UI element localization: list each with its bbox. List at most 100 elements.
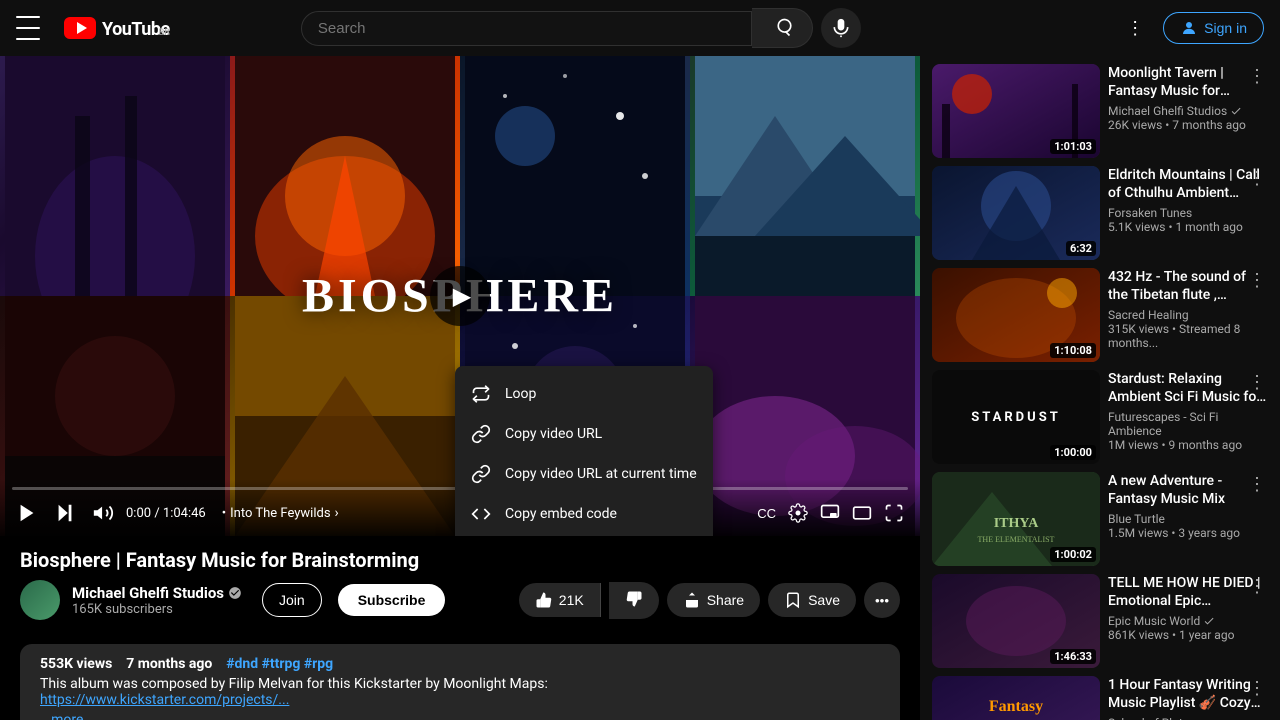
voice-search-button[interactable] xyxy=(821,8,861,48)
sidebar-video-2[interactable]: 6:32 Eldritch Mountains | Call of Cthulh… xyxy=(932,166,1268,260)
more-options-button[interactable]: ⋮ xyxy=(1115,8,1155,48)
join-button[interactable]: Join xyxy=(262,583,322,617)
sidebar-channel-1: Michael Ghelfi Studios xyxy=(1108,104,1268,118)
view-count: 553K views xyxy=(40,656,112,672)
miniplayer-icon xyxy=(820,503,840,523)
sidebar-video-7[interactable]: FantasyWriting Music 1:00:58 1 Hour Fant… xyxy=(932,676,1268,720)
video-player[interactable]: ▶ BIOSPHERE Loop xyxy=(0,56,920,536)
sidebar-title-4: Stardust: Relaxing Ambient Sci Fi Music … xyxy=(1108,370,1268,406)
settings-icon xyxy=(788,503,808,523)
search-button[interactable] xyxy=(752,8,813,48)
thumb-duration-6: 1:46:33 xyxy=(1050,649,1096,664)
save-button[interactable]: Save xyxy=(768,583,856,617)
hamburger-button[interactable] xyxy=(16,16,40,40)
user-icon xyxy=(1180,19,1198,37)
sidebar-title-3: 432 Hz - The sound of the Tibetan flute … xyxy=(1108,268,1268,304)
more-actions-button[interactable]: ••• xyxy=(864,582,900,618)
total-time: 1:04:46 xyxy=(163,506,206,521)
video-stats: 553K views 7 months ago #dnd #ttrpg #rpg xyxy=(40,656,880,672)
sign-in-button[interactable]: Sign in xyxy=(1163,12,1264,44)
sidebar-more-button-2[interactable]: ⋮ xyxy=(1246,166,1268,191)
search-input[interactable] xyxy=(302,12,751,45)
link-icon xyxy=(471,424,491,444)
sidebar-video-5[interactable]: ITHYATHE ELEMENTALIST 1:00:02 A new Adve… xyxy=(932,472,1268,566)
sidebar-more-button-3[interactable]: ⋮ xyxy=(1246,268,1268,293)
thumb-duration-2: 6:32 xyxy=(1066,241,1096,256)
sidebar-info-4: Stardust: Relaxing Ambient Sci Fi Music … xyxy=(1108,370,1268,464)
subscribe-button[interactable]: Subscribe xyxy=(338,584,446,616)
menu-item-copy-embed[interactable]: Copy embed code xyxy=(455,494,713,534)
upload-date: 7 months ago xyxy=(126,656,212,672)
code-icon xyxy=(471,504,491,524)
menu-item-copy-embed-label: Copy embed code xyxy=(505,506,617,522)
channel-avatar[interactable] xyxy=(20,580,60,620)
share-label: Share xyxy=(707,592,744,608)
sidebar-channel-2: Forsaken Tunes xyxy=(1108,206,1268,220)
sidebar-video-3[interactable]: 1:10:08 432 Hz - The sound of the Tibeta… xyxy=(932,268,1268,362)
main-layout: ▶ BIOSPHERE Loop xyxy=(0,56,1280,720)
sidebar-more-button-7[interactable]: ⋮ xyxy=(1246,676,1268,701)
fullscreen-button[interactable] xyxy=(880,499,908,527)
sidebar-more-button-6[interactable]: ⋮ xyxy=(1246,574,1268,599)
sidebar-stats-4: 1M views • 9 months ago xyxy=(1108,438,1268,452)
sidebar-more-button-1[interactable]: ⋮ xyxy=(1246,64,1268,89)
loop-icon xyxy=(471,384,491,404)
video-description-text: This album was composed by Filip Melvan … xyxy=(40,676,880,692)
theater-mode-button[interactable] xyxy=(848,499,876,527)
verified-icon-1 xyxy=(1230,105,1242,117)
fullscreen-icon xyxy=(884,503,904,523)
sidebar-thumb-7: FantasyWriting Music 1:00:58 xyxy=(932,676,1100,720)
sidebar-video-6[interactable]: 1:46:33 TELL ME HOW HE DIED | Emotional … xyxy=(932,574,1268,668)
thumbs-down-icon xyxy=(625,590,643,608)
link-time-icon xyxy=(471,464,491,484)
hashtags[interactable]: #dnd #ttrpg #rpg xyxy=(226,656,333,672)
video-main-title: Biosphere | Fantasy Music for Brainstorm… xyxy=(20,548,900,572)
sidebar-stats-5: 1.5M views • 3 years ago xyxy=(1108,526,1268,540)
time-display: 0:00 / 1:04:46 xyxy=(126,506,206,521)
sidebar-video-4[interactable]: STARDUST 1:00:00 Stardust: Relaxing Ambi… xyxy=(932,370,1268,464)
sidebar-more-button-4[interactable]: ⋮ xyxy=(1246,370,1268,395)
youtube-logo[interactable]: YouTube BR xyxy=(64,17,170,39)
share-button[interactable]: Share xyxy=(667,583,760,617)
sidebar-info-3: 432 Hz - The sound of the Tibetan flute … xyxy=(1108,268,1268,362)
next-chapter: • Into The Feywilds › xyxy=(222,505,339,521)
collage-cell-1 xyxy=(0,56,230,296)
youtube-country-badge: BR xyxy=(102,28,170,38)
kickstarter-link[interactable]: https://www.kickstarter.com/projects/... xyxy=(40,692,289,708)
context-menu: Loop Copy video URL Copy video URL at cu… xyxy=(455,366,713,536)
volume-button[interactable] xyxy=(88,498,118,528)
sidebar-thumb-2: 6:32 xyxy=(932,166,1100,260)
search-icon xyxy=(772,18,792,38)
menu-item-copy-url-time[interactable]: Copy video URL at current time xyxy=(455,454,713,494)
settings-button[interactable] xyxy=(784,499,812,527)
sidebar-thumb-1: 1:01:03 xyxy=(932,64,1100,158)
like-button[interactable]: 21K xyxy=(519,583,601,617)
sidebar-video-1[interactable]: 1:01:03 Moonlight Tavern | Fantasy Music… xyxy=(932,64,1268,158)
show-more-button[interactable]: ...more xyxy=(40,712,880,720)
channel-info: Michael Ghelfi Studios 165K subscribers xyxy=(72,584,242,617)
play-button[interactable] xyxy=(12,498,42,528)
sign-in-label: Sign in xyxy=(1204,20,1247,36)
skip-icon xyxy=(54,502,76,524)
sidebar-info-6: TELL ME HOW HE DIED | Emotional Epic Orc… xyxy=(1108,574,1268,668)
thumb-duration-5: 1:00:02 xyxy=(1050,547,1096,562)
theater-icon xyxy=(852,503,872,523)
menu-item-copy-debug[interactable]: Copy debug info xyxy=(455,534,713,536)
chevron-right-icon: › xyxy=(335,505,339,521)
miniplayer-button[interactable] xyxy=(816,499,844,527)
dislike-button[interactable] xyxy=(609,582,659,619)
channel-name[interactable]: Michael Ghelfi Studios xyxy=(72,584,242,602)
next-button[interactable] xyxy=(50,498,80,528)
below-video: Biosphere | Fantasy Music for Brainstorm… xyxy=(0,536,920,644)
play-icon xyxy=(16,502,38,524)
sidebar-more-button-5[interactable]: ⋮ xyxy=(1246,472,1268,497)
volume-icon xyxy=(92,502,114,524)
thumb-duration-3: 1:10:08 xyxy=(1050,343,1096,358)
menu-item-loop[interactable]: Loop xyxy=(455,374,713,414)
video-section: ▶ BIOSPHERE Loop xyxy=(0,56,920,720)
subtitles-button[interactable]: CC xyxy=(753,502,780,525)
menu-item-copy-url[interactable]: Copy video URL xyxy=(455,414,713,454)
sidebar-channel-7: School of Plot xyxy=(1108,716,1268,720)
thumb-duration-1: 1:01:03 xyxy=(1050,139,1096,154)
sidebar-stats-3: 315K views • Streamed 8 months... xyxy=(1108,322,1268,350)
